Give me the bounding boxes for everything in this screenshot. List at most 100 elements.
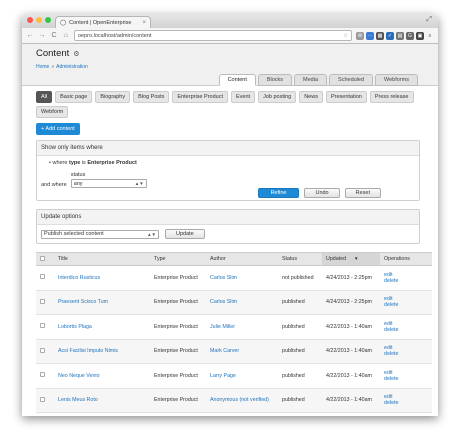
extension-icon[interactable]: ⚙ <box>356 31 364 40</box>
author-link[interactable]: Carlos Slim <box>210 299 237 305</box>
forward-icon[interactable]: → <box>38 32 46 39</box>
menu-icon[interactable]: ≡ <box>426 32 434 40</box>
minimize-window-button[interactable] <box>36 17 42 23</box>
content-updated: 4/22/2013 - 1:40am <box>322 363 380 389</box>
refine-button[interactable]: Refine <box>257 188 300 198</box>
table-row: Neo Neque Venio Enterprise Product Larry… <box>36 363 432 389</box>
filter-enterprise-product[interactable]: Enterprise Product <box>172 91 228 103</box>
author-link[interactable]: Julie Miller <box>210 324 235 330</box>
author-link[interactable]: Anonymous (not verified) <box>210 397 269 403</box>
bookmark-star-icon[interactable]: ☆ <box>343 33 348 39</box>
column-status[interactable]: Status <box>278 252 322 266</box>
row-checkbox[interactable] <box>40 298 45 304</box>
filter-buttons: Refine Undo Reset <box>257 188 381 198</box>
status-select[interactable]: any ▲▼ <box>70 179 147 188</box>
content-table: Title Type Author Status Updated ▼ Operat… <box>36 252 432 413</box>
active-filter: • where type is Enterprise Product <box>49 160 137 166</box>
zoom-window-button[interactable] <box>45 17 51 23</box>
row-checkbox[interactable] <box>40 372 45 378</box>
extension-icon[interactable]: ✓ <box>386 31 394 40</box>
delete-link[interactable]: delete <box>384 376 428 382</box>
tab-media[interactable]: Media <box>294 74 328 86</box>
author-link[interactable]: Mark Carver <box>210 348 239 354</box>
content-type: Enterprise Product <box>150 363 206 389</box>
breadcrumb-administration[interactable]: Administration <box>56 64 88 70</box>
tab-scheduled[interactable]: Scheduled <box>329 74 374 86</box>
filter-fieldset: Show only items where • where type is En… <box>36 140 420 201</box>
browser-window: ◯ Content | OpenEnterprise × ⤢ ← → C ⌂ o… <box>22 14 438 416</box>
delete-link[interactable]: delete <box>384 278 428 284</box>
update-button[interactable]: Update <box>165 229 205 239</box>
content-status: published <box>278 388 322 413</box>
author-link[interactable]: Carlos Slim <box>210 275 237 281</box>
status-label: status <box>70 172 86 178</box>
select-caret-icon: ▲▼ <box>147 231 156 237</box>
extension-icon[interactable]: G <box>406 31 414 40</box>
tab-blocks[interactable]: Blocks <box>257 74 293 86</box>
content-status: published <box>278 314 322 340</box>
filter-blog-posts[interactable]: Blog Posts <box>133 91 170 103</box>
content-updated: 4/22/2013 - 1:40am <box>322 314 380 340</box>
tab-webforms[interactable]: Webforms <box>375 74 418 86</box>
column-title[interactable]: Title <box>54 252 150 266</box>
column-author[interactable]: Author <box>206 252 278 266</box>
delete-link[interactable]: delete <box>384 327 428 333</box>
reload-icon[interactable]: C <box>50 32 58 39</box>
page-header: Content ⚙ Home » Administration Content … <box>22 44 438 86</box>
content-type: Enterprise Product <box>150 339 206 364</box>
filter-presentation[interactable]: Presentation <box>325 91 367 103</box>
breadcrumb-home[interactable]: Home <box>36 64 49 70</box>
row-checkbox[interactable] <box>40 396 45 402</box>
close-window-button[interactable] <box>27 17 33 23</box>
home-icon[interactable]: ⌂ <box>62 32 70 39</box>
fullscreen-icon[interactable]: ⤢ <box>426 16 432 24</box>
delete-link[interactable]: delete <box>384 400 428 406</box>
row-checkbox[interactable] <box>40 347 45 353</box>
filter-basic-page[interactable]: Basic page <box>55 91 93 103</box>
reset-button[interactable]: Reset <box>344 188 381 198</box>
update-action-select[interactable]: Publish selected content ▲▼ <box>41 229 159 239</box>
filter-all[interactable]: All <box>36 91 53 103</box>
extension-icon[interactable]: ▤ <box>396 31 404 40</box>
delete-link[interactable]: delete <box>384 351 428 357</box>
content-title-link[interactable]: Neo Neque Venio <box>58 373 100 379</box>
table-row: Praesent Scisco Tum Enterprise Product C… <box>36 290 432 315</box>
filter-news[interactable]: News <box>299 91 323 103</box>
select-all-checkbox[interactable] <box>40 255 45 261</box>
content-title-link[interactable]: Acsi Facilisi Imputo Nimis <box>58 348 118 354</box>
content-status: published <box>278 363 322 389</box>
address-bar[interactable]: oepro.localhost/admin/content ☆ <box>74 30 352 41</box>
filter-press-release[interactable]: Press release <box>369 91 414 103</box>
extension-icon[interactable]: ⋯ <box>366 31 374 40</box>
content-updated: 4/22/2013 - 1:40am <box>322 339 380 364</box>
content-title-link[interactable]: Praesent Scisco Tum <box>58 299 108 305</box>
filter-job-posting[interactable]: Job posting <box>258 91 297 103</box>
filter-webform[interactable]: Webform <box>36 106 69 118</box>
column-type[interactable]: Type <box>150 252 206 266</box>
extension-icon[interactable]: ▣ <box>416 31 424 40</box>
row-checkbox[interactable] <box>40 274 45 280</box>
back-icon[interactable]: ← <box>26 32 34 39</box>
extension-icon[interactable]: ▦ <box>376 31 384 40</box>
column-operations: Operations <box>380 252 432 266</box>
gear-icon[interactable]: ⚙ <box>73 50 79 58</box>
admin-page: Content ⚙ Home » Administration Content … <box>22 44 438 416</box>
close-tab-icon[interactable]: × <box>142 20 146 26</box>
delete-link[interactable]: delete <box>384 302 428 308</box>
filter-event[interactable]: Event <box>230 91 256 103</box>
content-type: Enterprise Product <box>150 388 206 413</box>
row-checkbox[interactable] <box>40 323 45 329</box>
undo-button[interactable]: Undo <box>304 188 340 198</box>
content-title-link[interactable]: Lobortis Plaga <box>58 324 92 330</box>
tab-content[interactable]: Content <box>218 74 256 86</box>
column-updated[interactable]: Updated ▼ <box>322 252 380 266</box>
content-title-link[interactable]: Lenis Meus Roto <box>58 397 98 403</box>
page-title: Content ⚙ <box>36 48 424 59</box>
content-title-link[interactable]: Interdico Rusticus <box>58 275 100 281</box>
content-type: Enterprise Product <box>150 314 206 340</box>
browser-toolbar: ← → C ⌂ oepro.localhost/admin/content ☆ … <box>22 28 438 44</box>
filter-biography[interactable]: Biography <box>95 91 131 103</box>
browser-tab[interactable]: ◯ Content | OpenEnterprise × <box>55 16 151 28</box>
add-content-button[interactable]: + Add content <box>36 123 80 135</box>
author-link[interactable]: Larry Page <box>210 373 236 379</box>
